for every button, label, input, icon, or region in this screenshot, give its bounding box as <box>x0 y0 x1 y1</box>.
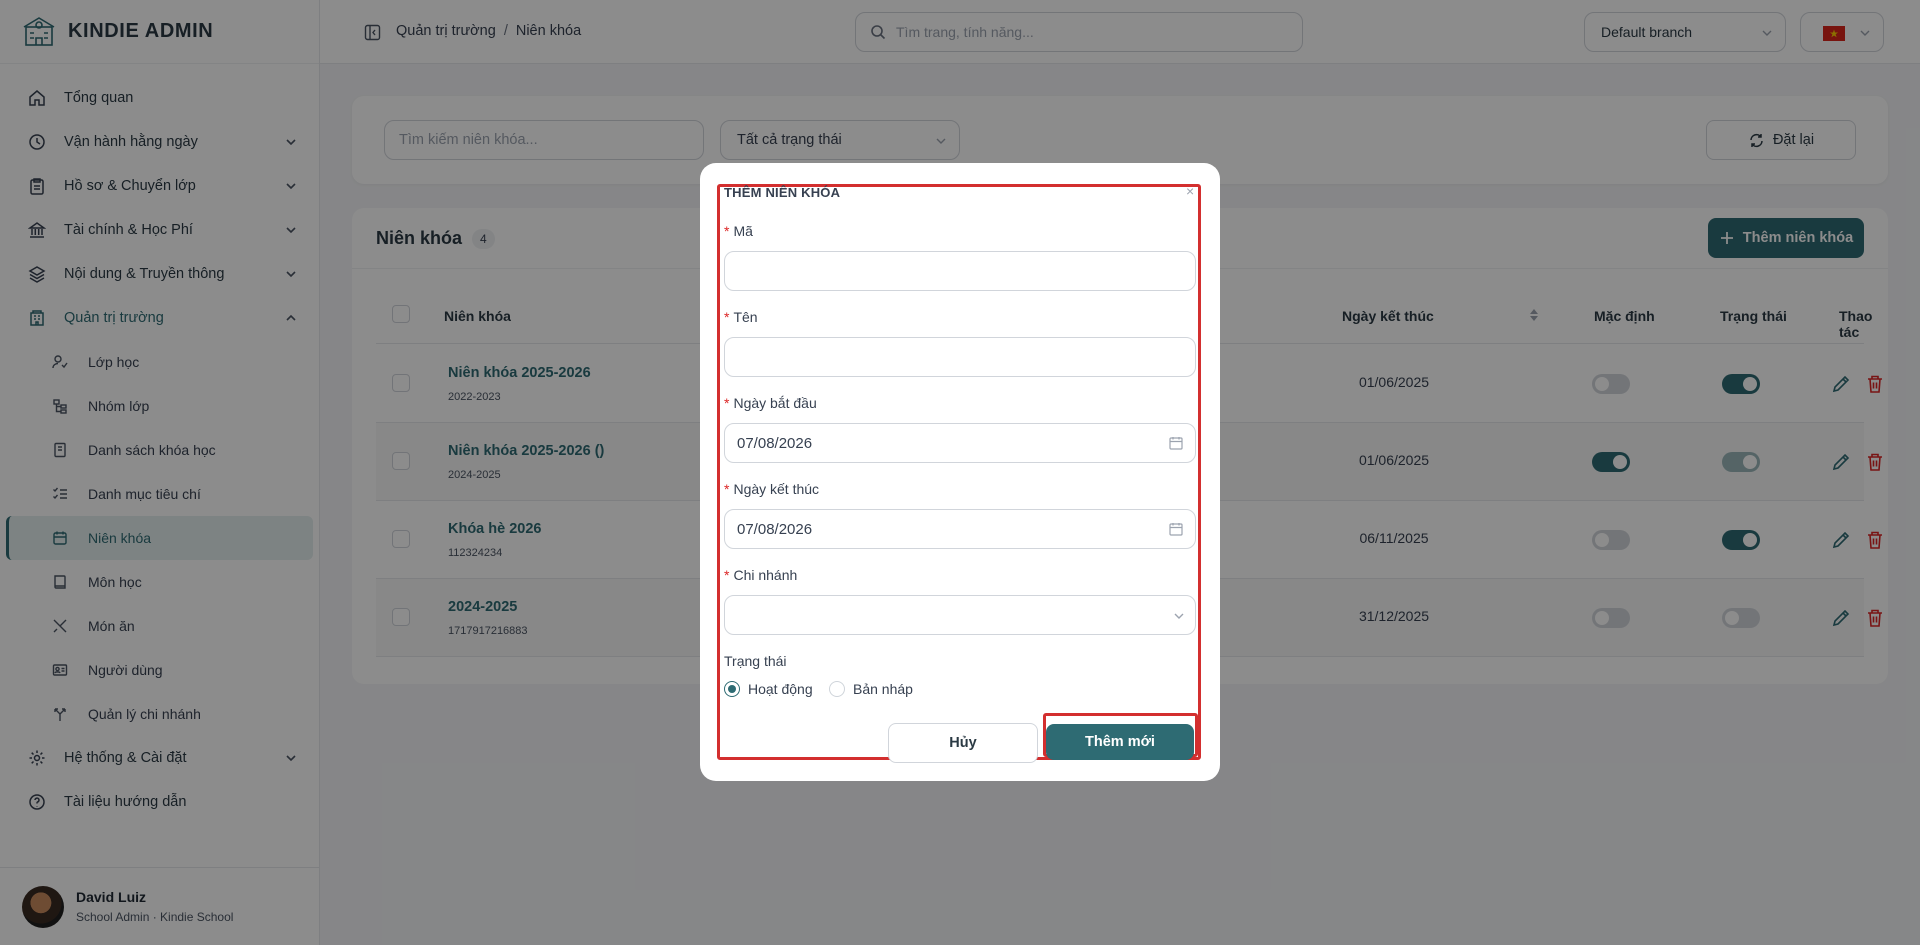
dialog-title: THÊM NIÊN KHÓA <box>724 185 841 200</box>
code-field[interactable] <box>724 251 1196 291</box>
start-date-value: 07/08/2026 <box>737 434 813 452</box>
chevron-down-icon <box>1174 613 1184 619</box>
status-option-label: Bản nháp <box>853 681 913 697</box>
code-label: * Mã <box>724 223 753 239</box>
close-icon[interactable]: × <box>1186 183 1194 199</box>
end-date-label-text: Ngày kết thúc <box>733 481 820 497</box>
radio-checked-icon <box>724 681 740 697</box>
end-date-picker[interactable]: 07/08/2026 <box>724 509 1196 549</box>
end-date-label: * Ngày kết thúc <box>724 481 820 497</box>
start-date-label: * Ngày bắt đầu <box>724 395 817 411</box>
start-date-label-text: Ngày bắt đầu <box>733 395 817 411</box>
start-date-picker[interactable]: 07/08/2026 <box>724 423 1196 463</box>
name-label-text: Tên <box>733 309 758 325</box>
status-radio-active[interactable]: Hoạt động <box>724 681 813 697</box>
submit-button[interactable]: Thêm mới <box>1046 724 1194 760</box>
calendar-icon <box>1169 523 1183 536</box>
branch-label: * Chi nhánh <box>724 567 798 583</box>
end-date-value: 07/08/2026 <box>737 520 813 538</box>
name-label: * Tên <box>724 309 758 325</box>
status-label: Trạng thái <box>724 653 787 669</box>
branch-label-text: Chi nhánh <box>733 567 798 583</box>
add-school-year-dialog: THÊM NIÊN KHÓA × * Mã * Tên * Ngày bắt đầu … <box>700 163 1220 781</box>
calendar-icon <box>1169 437 1183 450</box>
code-label-text: Mã <box>733 223 753 239</box>
branch-select[interactable] <box>724 595 1196 635</box>
name-field[interactable] <box>724 337 1196 377</box>
radio-unchecked-icon <box>829 681 845 697</box>
cancel-button[interactable]: Hủy <box>888 723 1038 763</box>
status-radio-draft[interactable]: Bản nháp <box>829 681 913 697</box>
status-option-label: Hoạt động <box>748 681 813 697</box>
